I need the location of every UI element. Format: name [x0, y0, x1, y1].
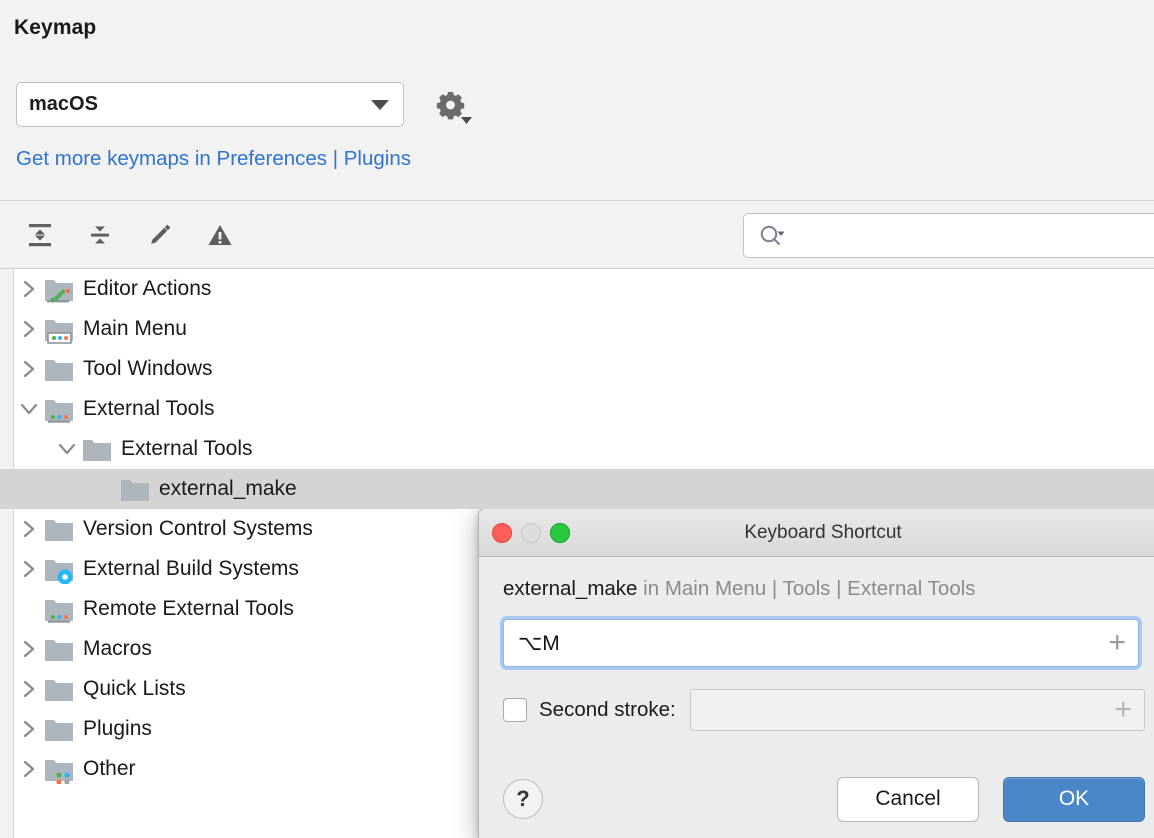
- page-title: Keymap: [14, 16, 96, 40]
- tree-row[interactable]: Macros: [0, 629, 1154, 669]
- tree-row-label: Main Menu: [83, 317, 187, 341]
- tree-row-label: External Tools: [121, 437, 253, 461]
- tree-row[interactable]: External Tools: [0, 389, 1154, 429]
- tree-row-label: Version Control Systems: [83, 517, 313, 541]
- folder-icon: [120, 476, 150, 502]
- tree-row[interactable]: Remote External Tools: [0, 589, 1154, 629]
- tree-row[interactable]: External Build Systems: [0, 549, 1154, 589]
- chevron-right-icon[interactable]: [14, 759, 44, 779]
- tree-row[interactable]: Plugins: [0, 709, 1154, 749]
- folder-gear-icon: [44, 556, 74, 582]
- keymap-combobox-value: macOS: [29, 93, 98, 116]
- expand-all-icon: [25, 220, 55, 250]
- folder-pencil-icon: [44, 276, 74, 302]
- tree-row-label: Quick Lists: [83, 677, 186, 701]
- tree-row[interactable]: Tool Windows: [0, 349, 1154, 389]
- folder-icon: [44, 716, 74, 742]
- chevron-right-icon[interactable]: [14, 359, 44, 379]
- tree-row[interactable]: Version Control Systems: [0, 509, 1154, 549]
- chevron-right-icon[interactable]: [14, 559, 44, 579]
- folder-dots-icon: [44, 396, 74, 422]
- chevron-right-icon[interactable]: [14, 719, 44, 739]
- tree-row[interactable]: External Tools: [0, 429, 1154, 469]
- tree-row-label: Remote External Tools: [83, 597, 294, 621]
- folder-icon: [44, 636, 74, 662]
- tree-row[interactable]: Other: [0, 749, 1154, 789]
- chevron-down-icon[interactable]: [52, 441, 82, 457]
- chevron-right-icon[interactable]: [14, 679, 44, 699]
- search-input[interactable]: [743, 213, 1154, 258]
- folder-dots-icon: [44, 596, 74, 622]
- keymap-gear-button[interactable]: [434, 88, 468, 122]
- collapse-all-icon: [85, 220, 115, 250]
- search-icon: [758, 223, 784, 249]
- tree-row-label: Editor Actions: [83, 277, 211, 301]
- tree-row[interactable]: Quick Lists: [0, 669, 1154, 709]
- tree-row[interactable]: Main Menu: [0, 309, 1154, 349]
- chevron-right-icon[interactable]: [14, 319, 44, 339]
- tree-row-label: Tool Windows: [83, 357, 213, 381]
- tree-row-label: Macros: [83, 637, 152, 661]
- folder-dots4-icon: [44, 756, 74, 782]
- tree-row-label: Other: [83, 757, 136, 781]
- keymap-settings-screen: Keymap macOS Get more keymaps in Prefere…: [0, 0, 1154, 838]
- folder-icon: [44, 356, 74, 382]
- pencil-icon: [145, 220, 175, 250]
- tree-row-label: Plugins: [83, 717, 152, 741]
- folder-icon: [44, 516, 74, 542]
- expand-all-button[interactable]: [18, 213, 62, 257]
- show-conflicts-button[interactable]: [198, 213, 242, 257]
- get-more-keymaps-link[interactable]: Get more keymaps in Preferences | Plugin…: [16, 147, 411, 171]
- tree-row[interactable]: external_make: [0, 469, 1154, 509]
- tree-row-label: External Tools: [83, 397, 215, 421]
- chevron-right-icon[interactable]: [14, 279, 44, 299]
- tree-row-label: External Build Systems: [83, 557, 299, 581]
- tree-row-label: external_make: [159, 477, 297, 501]
- folder-menu-icon: [44, 316, 74, 342]
- search-text-field[interactable]: [790, 223, 1154, 248]
- keymap-selector-row: macOS: [16, 82, 468, 127]
- chevron-down-icon: [461, 117, 472, 125]
- chevron-right-icon[interactable]: [14, 519, 44, 539]
- folder-icon: [82, 436, 112, 462]
- tree-row[interactable]: Editor Actions: [0, 269, 1154, 309]
- collapse-all-button[interactable]: [78, 213, 122, 257]
- chevron-down-icon: [371, 100, 389, 110]
- folder-icon: [44, 676, 74, 702]
- keymap-combobox[interactable]: macOS: [16, 82, 404, 127]
- chevron-right-icon[interactable]: [14, 639, 44, 659]
- warning-triangle-icon: [205, 220, 235, 250]
- chevron-down-icon[interactable]: [14, 401, 44, 417]
- edit-shortcut-button[interactable]: [138, 213, 182, 257]
- actions-tree[interactable]: Editor Actions Main Menu Tool Windows Exter…: [0, 268, 1154, 838]
